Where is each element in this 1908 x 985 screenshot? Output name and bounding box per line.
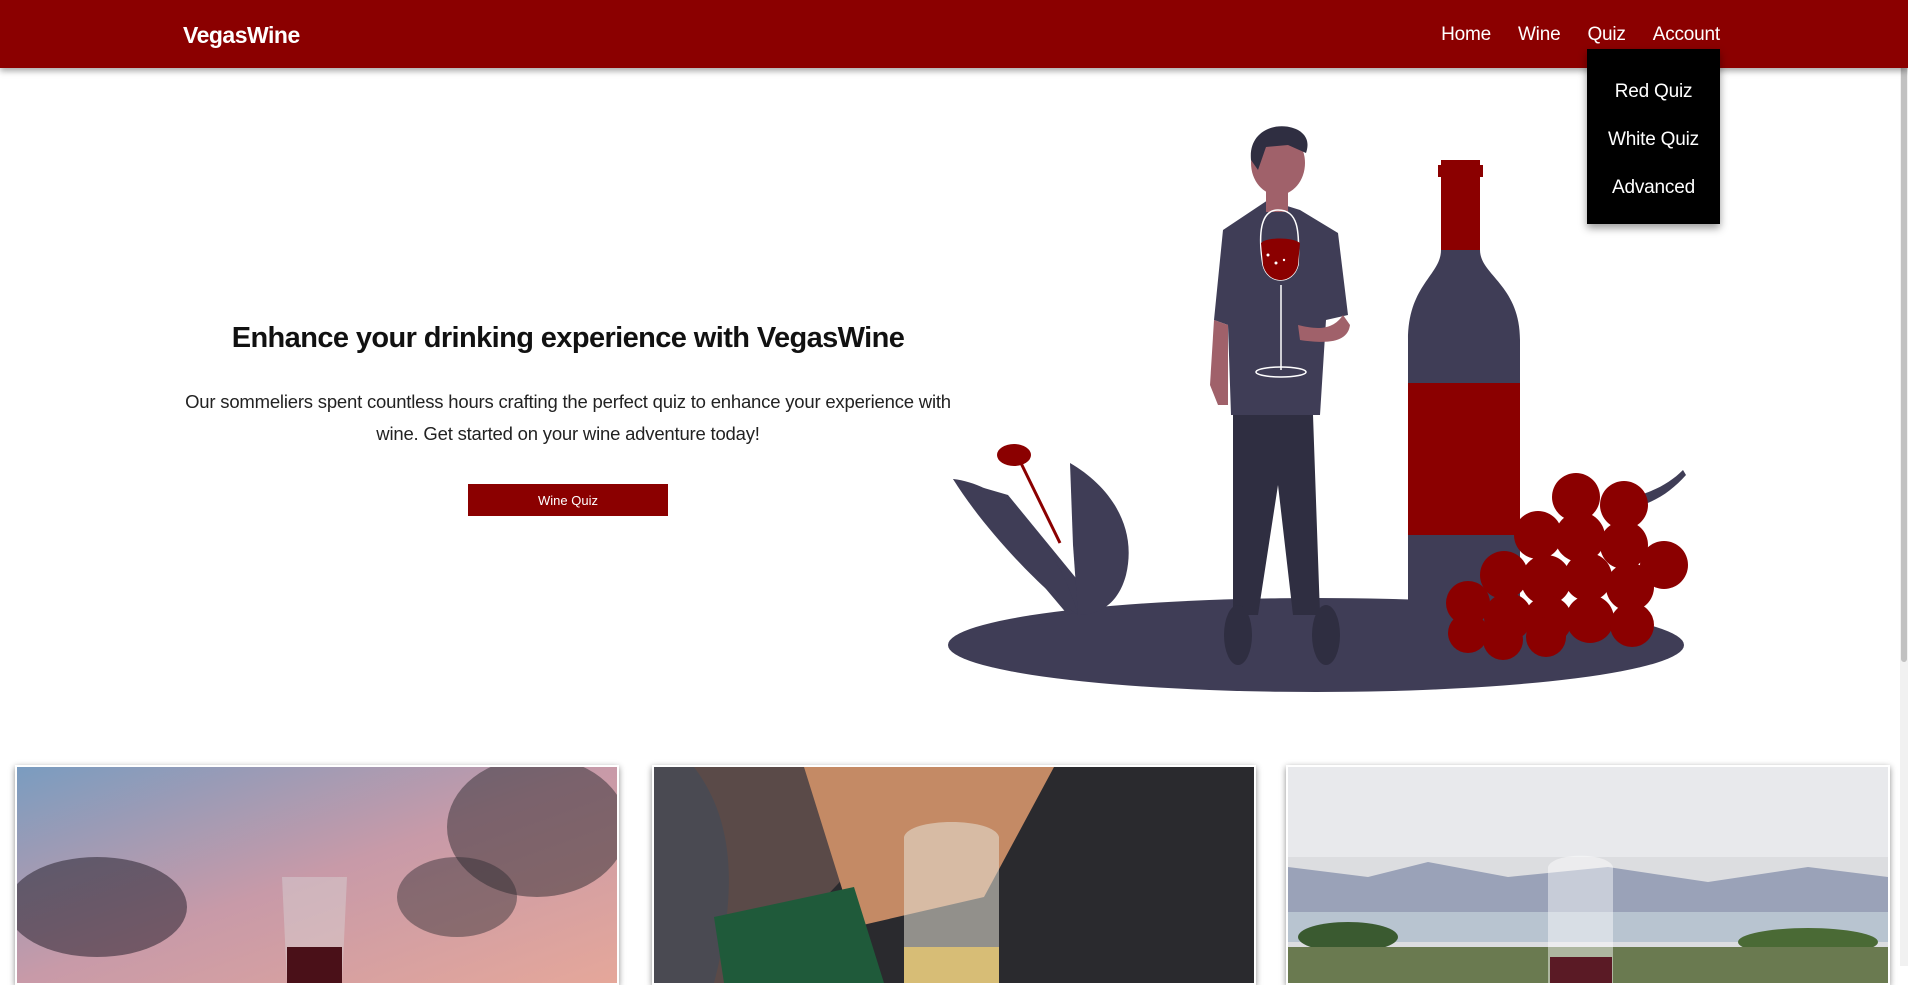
hero-title: Enhance your drinking experience with Ve…	[231, 322, 905, 354]
dropdown-red-quiz[interactable]: Red Quiz	[1587, 80, 1720, 128]
flower-bud	[997, 444, 1031, 466]
brand-logo[interactable]: VegasWine	[183, 22, 300, 49]
white-wine-person-image	[654, 767, 1254, 983]
dropdown-white-quiz[interactable]: White Quiz	[1587, 128, 1720, 176]
nav-home[interactable]: Home	[1441, 24, 1491, 46]
nav-quiz[interactable]: Quiz	[1587, 24, 1625, 46]
hero-description: Our sommeliers spent countless hours cra…	[183, 386, 953, 450]
card-photo-1[interactable]	[15, 765, 619, 985]
page-scrollbar[interactable]	[1900, 0, 1908, 966]
card-photo-2[interactable]	[652, 765, 1256, 985]
wine-quiz-button[interactable]: Wine Quiz	[468, 484, 668, 516]
nav-links: Home Wine Quiz Account	[1414, 24, 1720, 46]
person-figure	[1210, 126, 1350, 665]
plant-leaf-mid	[953, 479, 1078, 615]
nav-account[interactable]: Account	[1653, 24, 1720, 46]
dropdown-advanced[interactable]: Advanced	[1587, 176, 1720, 224]
plant-leaf-right	[1070, 463, 1129, 615]
hero-text-line1: Our sommeliers spent countless hours cra…	[185, 391, 951, 412]
red-wine-sunset-image	[17, 767, 617, 983]
bottle-label	[1408, 383, 1520, 535]
hero-text-line2: wine. Get started on your wine adventure…	[376, 423, 760, 444]
nav-wine[interactable]: Wine	[1518, 24, 1561, 46]
bottle-cap	[1438, 165, 1483, 177]
scrollbar-thumb[interactable]	[1901, 2, 1907, 662]
card-photo-3[interactable]	[1286, 765, 1890, 985]
wine-lake-view-image	[1288, 767, 1888, 983]
quiz-dropdown-menu: Red Quiz White Quiz Advanced	[1587, 49, 1720, 224]
